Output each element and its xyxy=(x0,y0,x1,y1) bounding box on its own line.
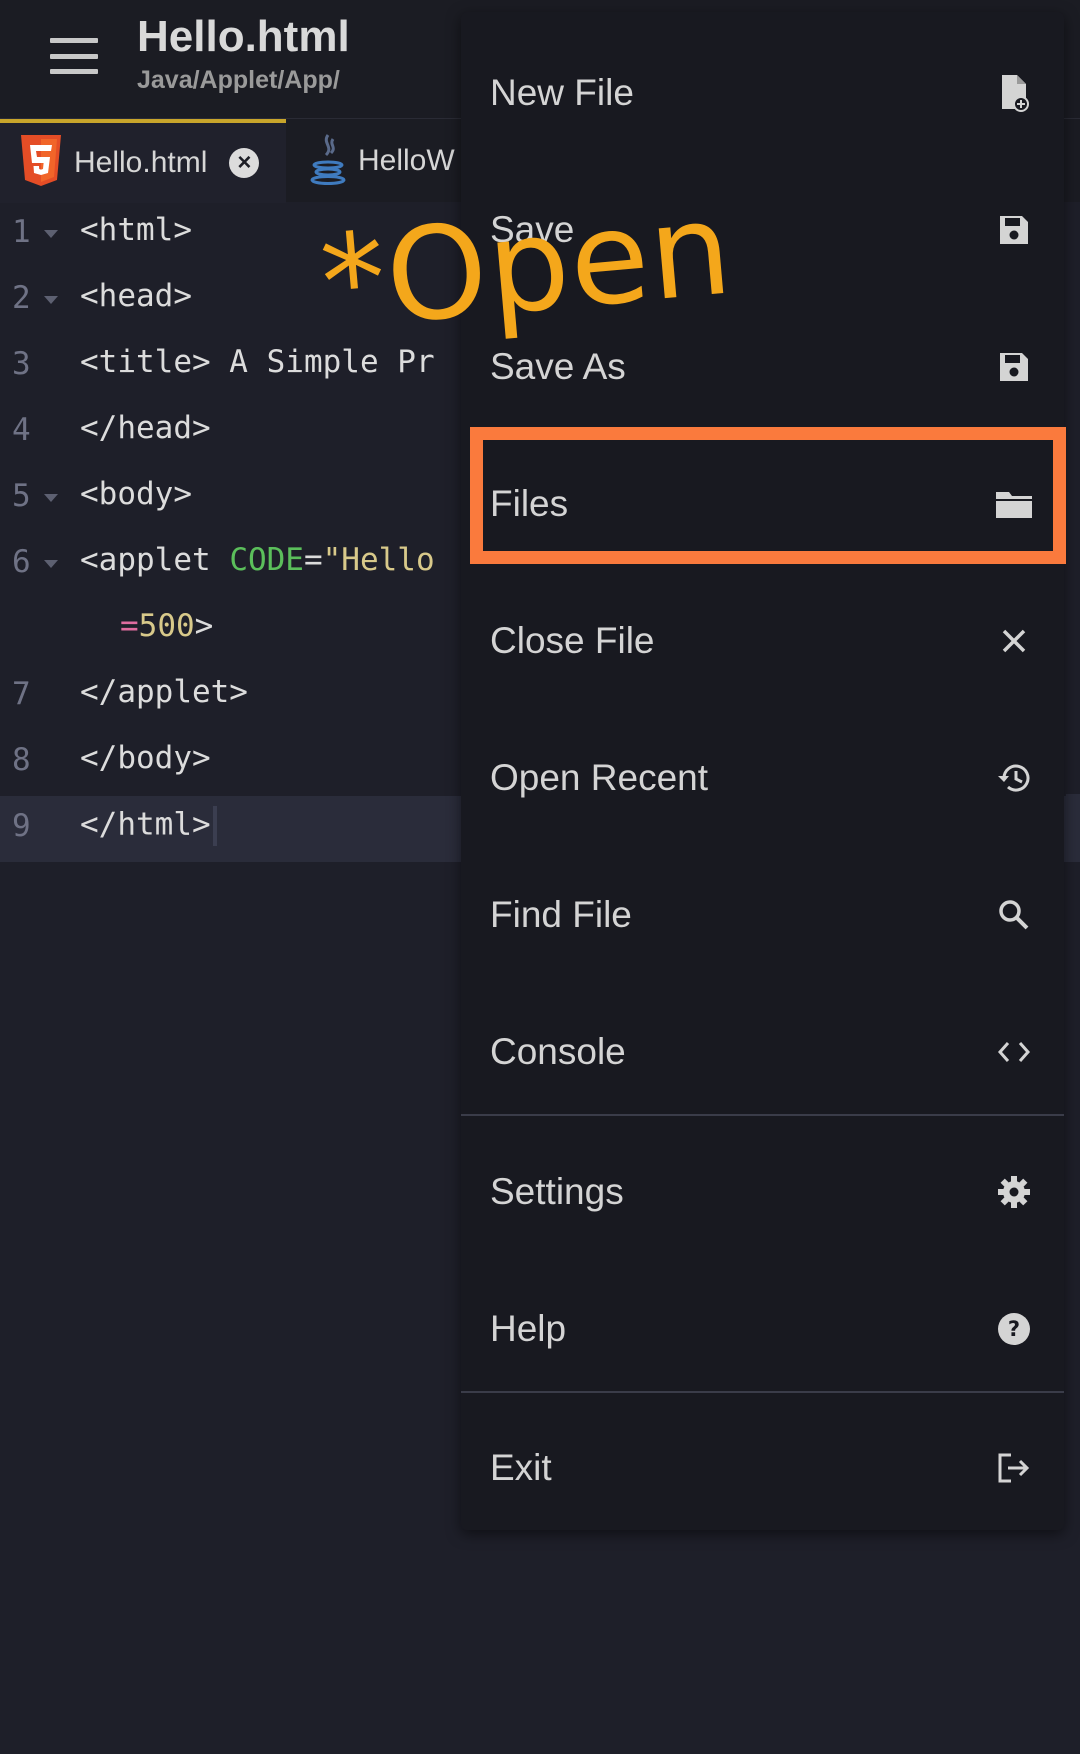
line-number: 4 xyxy=(12,412,31,448)
line-number: 9 xyxy=(12,808,31,844)
menu-item-label: Help xyxy=(490,1307,567,1349)
code-text: <head> xyxy=(80,278,192,314)
editor-scrollbar[interactable] xyxy=(1066,794,1080,860)
menu-divider xyxy=(461,1391,1064,1393)
hamburger-icon[interactable] xyxy=(50,38,98,74)
exit-icon xyxy=(994,1448,1034,1488)
history-icon xyxy=(994,758,1034,798)
fold-arrow-icon[interactable] xyxy=(44,230,58,238)
gear-icon xyxy=(994,1172,1034,1212)
code-text: <body> xyxy=(80,476,192,512)
code-tag: <applet xyxy=(80,542,230,578)
menu-item-label: Find File xyxy=(490,893,632,935)
code-equals: = xyxy=(303,542,323,578)
menu-item-console[interactable]: Console xyxy=(461,983,1064,1120)
menu-item-label: Close File xyxy=(490,619,655,661)
html5-icon xyxy=(18,134,64,192)
menu-item-label: New File xyxy=(490,71,634,113)
svg-text:?: ? xyxy=(1008,1317,1020,1341)
menu-item-close-file[interactable]: Close File xyxy=(461,572,1064,709)
close-circle-icon[interactable]: × xyxy=(229,148,260,178)
code-text: =500> xyxy=(120,608,213,644)
code-text-content: </html> xyxy=(80,806,211,843)
menu-item-label: Save As xyxy=(490,345,626,387)
save-icon xyxy=(994,210,1034,250)
line-number: 7 xyxy=(12,676,31,712)
code-equals: = xyxy=(120,608,139,644)
line-number: 1 xyxy=(12,214,31,250)
code-text: <applet CODE="Hello xyxy=(80,542,435,578)
menu-item-files[interactable]: Files xyxy=(461,435,1064,572)
menu-item-new-file[interactable]: New File xyxy=(461,24,1064,161)
close-icon xyxy=(994,621,1034,661)
menu-item-settings[interactable]: Settings xyxy=(461,1123,1064,1260)
tab-label: Hello.html xyxy=(74,146,208,179)
save-as-icon xyxy=(994,347,1034,387)
line-number: 5 xyxy=(12,478,31,514)
text-cursor xyxy=(212,806,217,846)
code-text: </body> xyxy=(80,740,211,776)
code-tag-end: > xyxy=(194,608,214,644)
menu-item-find-file[interactable]: Find File xyxy=(461,846,1064,983)
menu-item-label: Settings xyxy=(490,1170,624,1212)
tab-hellow-java[interactable]: HelloW xyxy=(290,119,490,203)
tab-hello-html[interactable]: Hello.html × xyxy=(0,119,286,203)
fold-arrow-icon[interactable] xyxy=(44,560,58,568)
file-path: Java/Applet/App/ xyxy=(137,66,340,94)
line-number: 8 xyxy=(12,742,31,778)
code-icon xyxy=(994,1032,1034,1072)
new-file-icon xyxy=(994,73,1034,113)
menu-item-label: Console xyxy=(490,1030,626,1072)
menu-item-exit[interactable]: Exit xyxy=(461,1399,1064,1536)
line-number: 2 xyxy=(12,280,31,316)
menu-item-label: Files xyxy=(490,482,569,524)
menu-divider xyxy=(461,1114,1064,1116)
java-icon xyxy=(308,131,348,192)
tab-label: HelloW xyxy=(358,144,455,177)
menu-item-label: Open Recent xyxy=(490,756,709,798)
file-title: Hello.html xyxy=(137,12,350,61)
search-icon xyxy=(994,895,1034,935)
menu-item-label: Exit xyxy=(490,1446,552,1488)
fold-arrow-icon[interactable] xyxy=(44,296,58,304)
code-text: </html> xyxy=(80,806,217,846)
menu-item-help[interactable]: Help ? xyxy=(461,1260,1064,1397)
code-text: <html> xyxy=(80,212,192,248)
help-icon: ? xyxy=(994,1309,1034,1349)
folder-icon xyxy=(994,484,1034,524)
code-attribute: CODE xyxy=(229,542,304,578)
code-text: </head> xyxy=(80,410,211,446)
line-number: 6 xyxy=(12,544,31,580)
menu-item-open-recent[interactable]: Open Recent xyxy=(461,709,1064,846)
line-number: 3 xyxy=(12,346,31,382)
code-text: </applet> xyxy=(80,674,248,710)
code-number: 500 xyxy=(138,608,195,644)
code-string: "Hello xyxy=(322,542,435,578)
fold-arrow-icon[interactable] xyxy=(44,494,58,502)
